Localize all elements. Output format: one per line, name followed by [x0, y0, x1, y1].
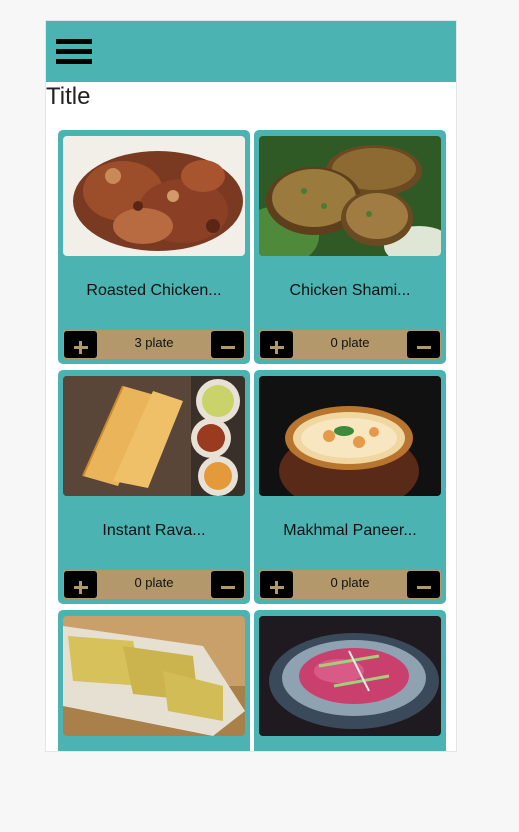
decrease-quantity-button[interactable]	[211, 331, 244, 358]
food-image	[63, 616, 245, 736]
decrease-quantity-button[interactable]	[407, 571, 440, 598]
increase-quantity-button[interactable]	[260, 331, 293, 358]
item-name: Instant Rava...	[102, 522, 206, 539]
increase-quantity-button[interactable]	[64, 331, 97, 358]
item-name: Roasted Chicken...	[86, 282, 222, 299]
menu-card[interactable]: Chicken Shami... 0 plate	[254, 130, 446, 364]
increase-quantity-button[interactable]	[64, 571, 97, 598]
quantity-label: 0 plate	[134, 575, 174, 590]
item-name: Makhmal Paneer...	[283, 522, 417, 539]
food-image	[259, 376, 441, 496]
page-title: Title	[46, 83, 91, 110]
quantity-label: 3 plate	[134, 335, 174, 350]
food-image	[259, 136, 441, 256]
food-image	[259, 616, 441, 736]
quantity-label: 0 plate	[330, 335, 370, 350]
hamburger-menu-icon[interactable]	[56, 39, 92, 65]
menu-card[interactable]: Instant Rava... 0 plate	[58, 370, 250, 604]
menu-card[interactable]: Roasted Chicken... 3 plate	[58, 130, 250, 364]
decrease-quantity-button[interactable]	[407, 331, 440, 358]
item-name: Chicken Shami...	[289, 282, 411, 299]
top-app-bar	[46, 21, 456, 82]
food-image	[63, 136, 245, 256]
decrease-quantity-button[interactable]	[211, 571, 244, 598]
app-frame: Title Roasted Chicken... 3 plate Chicken…	[45, 20, 457, 752]
quantity-stepper: 3 plate	[63, 330, 245, 359]
quantity-stepper: 0 plate	[63, 570, 245, 599]
menu-card[interactable]	[58, 610, 250, 751]
food-image	[63, 376, 245, 496]
increase-quantity-button[interactable]	[260, 571, 293, 598]
quantity-label: 0 plate	[330, 575, 370, 590]
menu-card[interactable]: Makhmal Paneer... 0 plate	[254, 370, 446, 604]
quantity-stepper: 0 plate	[259, 570, 441, 599]
quantity-stepper: 0 plate	[259, 330, 441, 359]
menu-card[interactable]	[254, 610, 446, 751]
